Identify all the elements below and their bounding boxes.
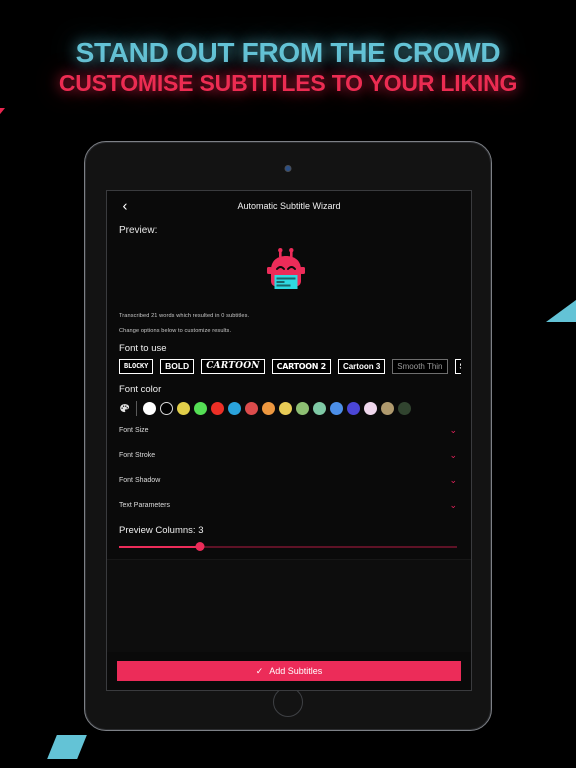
preview-columns-slider[interactable] — [119, 541, 457, 553]
font-option-list[interactable]: BLOCKY BOLD CARTOON CARTOON 2 Cartoon 3 … — [117, 357, 461, 375]
font-option-smooth-partial[interactable]: Smoo — [454, 358, 461, 374]
color-swatch-white[interactable] — [143, 401, 156, 415]
accordion-text-parameters[interactable]: Text Parameters ⌄ — [117, 493, 461, 518]
color-swatch-tan[interactable] — [381, 401, 394, 415]
app-screen: ‹ Automatic Subtitle Wizard Preview: Tra… — [106, 190, 472, 691]
app-bar: ‹ Automatic Subtitle Wizard — [107, 191, 471, 221]
color-divider — [136, 400, 137, 416]
chevron-down-icon[interactable]: ⌄ — [449, 476, 457, 485]
add-subtitles-label: Add Subtitles — [269, 666, 323, 676]
color-swatch-red[interactable] — [211, 401, 224, 415]
accordion-font-size[interactable]: Font Size ⌄ — [117, 418, 461, 443]
page-title: Automatic Subtitle Wizard — [237, 201, 341, 211]
color-swatch-black[interactable] — [160, 401, 173, 415]
accordion-font-shadow[interactable]: Font Shadow ⌄ — [117, 468, 461, 493]
font-option-blocky[interactable]: BLOCKY — [119, 358, 154, 374]
font-option-cartoon-3[interactable]: Cartoon 3 — [337, 358, 386, 374]
transcription-status-line: Transcribed 21 words which resulted in 0… — [119, 313, 250, 319]
color-swatch-yellow[interactable] — [177, 401, 190, 415]
color-swatch-mint[interactable] — [313, 401, 326, 415]
back-chevron-icon[interactable]: ‹ — [117, 199, 133, 214]
customize-hint-line: Change options below to customize result… — [119, 328, 232, 334]
color-swatch-light-green[interactable] — [296, 401, 309, 415]
preview-area — [117, 236, 461, 310]
slider-thumb[interactable] — [195, 542, 205, 551]
preview-columns-label: Preview Columns: 3 — [119, 525, 204, 536]
accordion-font-shadow-label: Font Shadow — [119, 477, 161, 484]
preview-label: Preview: — [119, 225, 158, 236]
slider-fill — [119, 546, 201, 548]
accordion-font-size-label: Font Size — [119, 427, 149, 434]
front-camera-icon — [285, 166, 291, 171]
promo-headline-line-1: STAND OUT FROM THE CROWD — [75, 37, 501, 68]
font-option-smooth-thin[interactable]: Smooth Thin — [392, 358, 448, 374]
home-button[interactable] — [273, 687, 303, 717]
chevron-down-icon[interactable]: ⌄ — [449, 426, 457, 435]
decorative-triangle-left — [0, 108, 5, 119]
color-swatch-green[interactable] — [194, 401, 207, 415]
font-option-cartoon-2[interactable]: CARTOON 2 — [271, 358, 331, 374]
promo-screenshot: STAND OUT FROM THE CROWD CUSTOMISE SUBTI… — [0, 0, 576, 768]
palette-icon[interactable] — [119, 403, 130, 414]
font-option-cartoon[interactable]: CARTOON — [201, 358, 265, 374]
accordion-font-stroke-label: Font Stroke — [119, 452, 156, 459]
color-swatch-gold[interactable] — [279, 401, 292, 415]
check-icon: ✓ — [255, 665, 264, 676]
font-section-title: Font to use — [119, 343, 167, 354]
color-swatch-salmon[interactable] — [245, 401, 258, 415]
color-swatch-orange[interactable] — [262, 401, 275, 415]
promo-headline-line-2: CUSTOMISE SUBTITLES TO YOUR LIKING — [58, 70, 518, 97]
color-swatch-blue[interactable] — [228, 401, 241, 415]
add-subtitles-button[interactable]: ✓ Add Subtitles — [117, 661, 461, 681]
color-swatch-dark-green[interactable] — [398, 401, 411, 415]
chevron-down-icon[interactable]: ⌄ — [449, 501, 457, 510]
color-swatch-indigo[interactable] — [347, 401, 360, 415]
subtitle-robot-mascot-icon — [267, 248, 305, 289]
decorative-triangle-right — [546, 300, 576, 322]
color-swatch-pink[interactable] — [364, 401, 377, 415]
screen-body: Preview: Transcribed 21 words which resu… — [107, 225, 471, 652]
tablet-device-frame: ‹ Automatic Subtitle Wizard Preview: Tra… — [84, 141, 492, 731]
chevron-down-icon[interactable]: ⌄ — [449, 451, 457, 460]
accordion-font-stroke[interactable]: Font Stroke ⌄ — [117, 443, 461, 468]
subtitle-preview-panel — [107, 559, 471, 652]
color-section-title: Font color — [119, 384, 162, 395]
promo-headline: STAND OUT FROM THE CROWD CUSTOMISE SUBTI… — [0, 37, 576, 97]
color-swatch-sky-blue[interactable] — [330, 401, 343, 415]
accordion-text-parameters-label: Text Parameters — [119, 502, 170, 509]
decorative-parallelogram-bottom-left — [47, 735, 87, 759]
font-option-bold[interactable]: BOLD — [160, 358, 195, 374]
color-swatch-list[interactable] — [117, 398, 461, 418]
